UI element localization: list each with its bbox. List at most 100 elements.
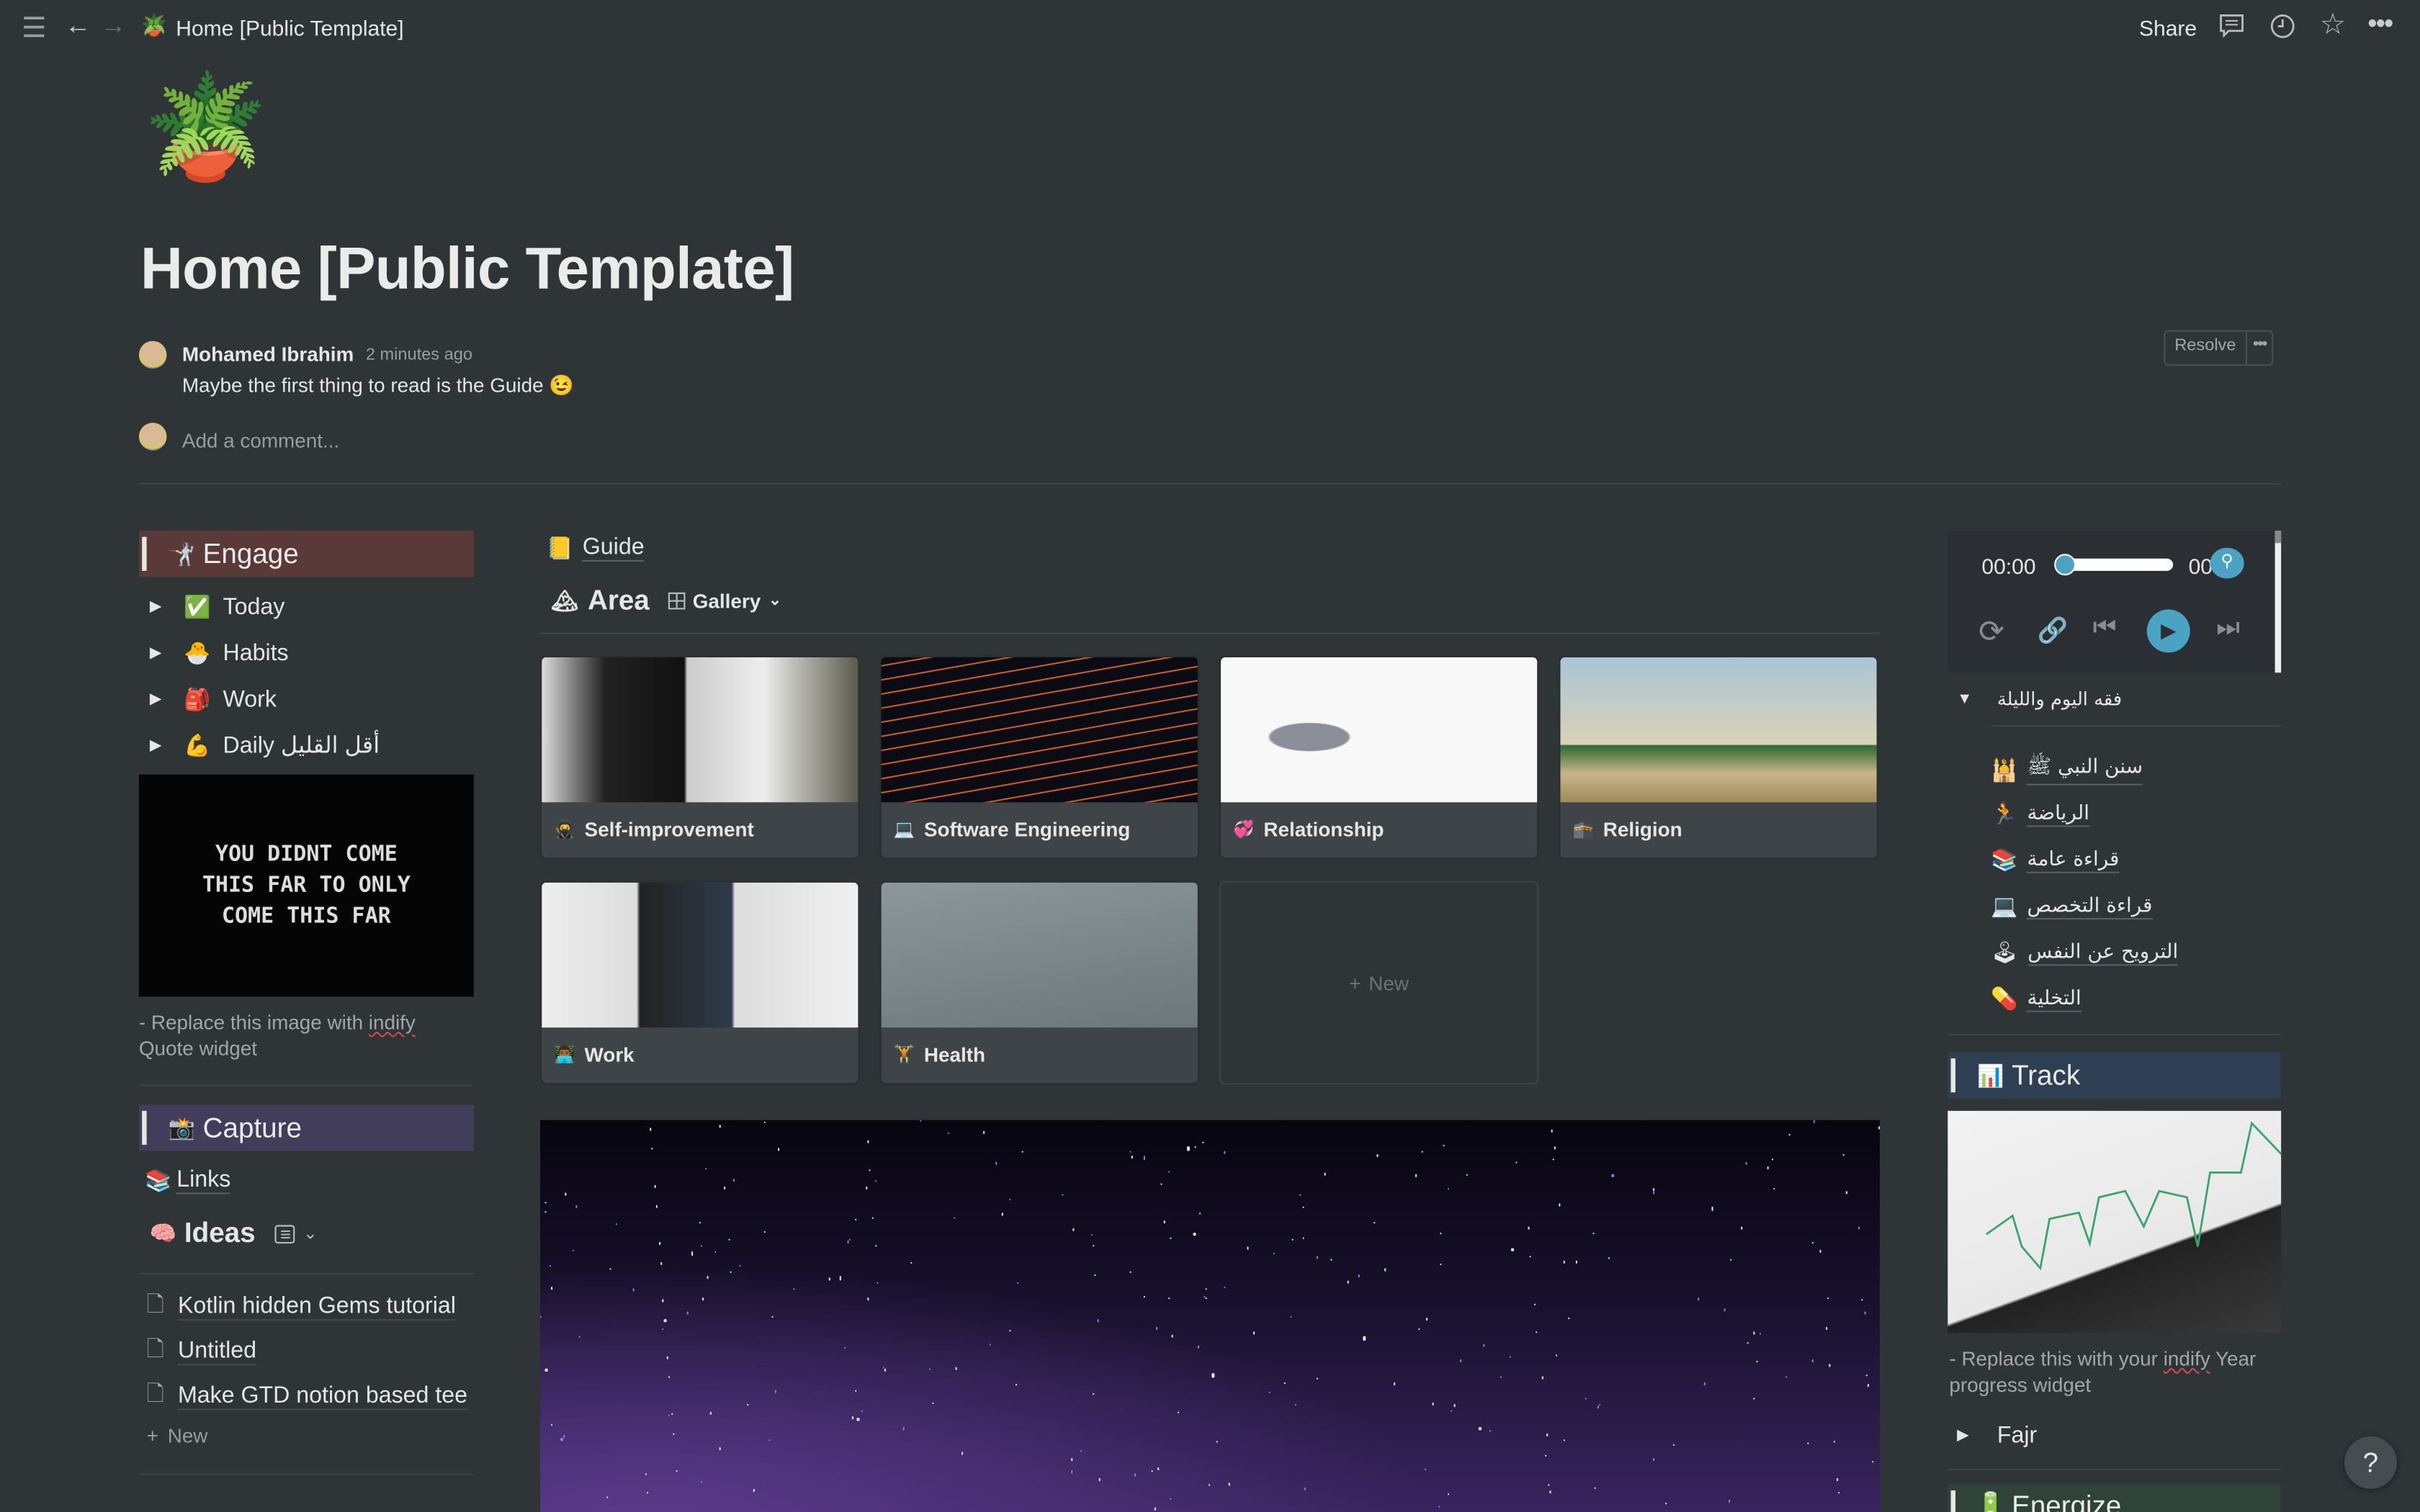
- idea-page-item[interactable]: 🗋 Kotlin hidden Gems tutorial: [147, 1288, 474, 1325]
- gallery-card[interactable]: 🏋 Health: [881, 882, 1198, 1084]
- menu-icon[interactable]: ☰: [22, 12, 47, 45]
- fajr-toggle[interactable]: ▶ Fajr: [1957, 1423, 2037, 1449]
- engage-item[interactable]: ▶ 🎒 Work: [150, 687, 277, 713]
- seek-slider[interactable]: [2054, 554, 2174, 576]
- star: [1015, 1384, 1017, 1387]
- star: [1482, 1344, 1484, 1346]
- idea-page-item[interactable]: 🗋 Untitled: [147, 1333, 474, 1369]
- list-view-icon[interactable]: ≡: [275, 1224, 296, 1243]
- guide-link[interactable]: 📒 Guide: [547, 534, 645, 562]
- quote-image: YOU DIDNT COME THIS FAR TO ONLY COME THI…: [138, 774, 474, 997]
- seek-handle[interactable]: [2054, 554, 2076, 576]
- star: [1608, 1256, 1610, 1259]
- star: [1451, 1410, 1453, 1412]
- star: [1199, 1212, 1201, 1215]
- link-icon[interactable]: 🔗: [2038, 616, 2069, 647]
- arabic-link-item[interactable]: 📚 قراءة عامة: [1991, 847, 2120, 873]
- star: [730, 1272, 731, 1274]
- engage-item[interactable]: ▶ 💪 Daily أقل القليل: [150, 732, 380, 759]
- help-button[interactable]: ?: [2344, 1436, 2397, 1489]
- comment-icon[interactable]: [2218, 12, 2246, 40]
- star: [1093, 1245, 1095, 1248]
- arabic-link-item[interactable]: 💊 التخلية: [1991, 986, 2081, 1012]
- gallery-card[interactable]: 👨🏾‍💻 Work: [542, 882, 859, 1084]
- star: [1373, 1222, 1376, 1225]
- area-database-title[interactable]: 🏔 Area Gallery ⌄: [551, 585, 781, 617]
- star: [1205, 1288, 1207, 1291]
- chevron-down-icon[interactable]: ⌄: [303, 1223, 318, 1243]
- scrollbar[interactable]: [2275, 531, 2282, 673]
- links-link[interactable]: 📚 Links: [145, 1166, 231, 1194]
- capture-header[interactable]: 📸 Capture: [138, 1104, 474, 1151]
- clock-icon[interactable]: [2269, 12, 2297, 40]
- gallery-card[interactable]: 🥷 Self-improvement: [542, 657, 859, 858]
- arabic-link-item[interactable]: 💻 قراءة التخصص: [1991, 894, 2153, 919]
- star: [607, 1496, 609, 1499]
- track-header[interactable]: 📊 Track: [1948, 1052, 2282, 1099]
- gallery-view-selector[interactable]: Gallery ⌄: [668, 590, 781, 613]
- star: [719, 1447, 721, 1450]
- star: [1071, 1470, 1073, 1473]
- item-label: الرياضة: [2027, 801, 2089, 827]
- new-card-button[interactable]: + New: [1221, 883, 1537, 1084]
- track-label: Track: [2012, 1059, 2081, 1090]
- star: [1827, 1297, 1829, 1300]
- back-arrow-icon[interactable]: ←: [65, 11, 91, 42]
- gallery-card[interactable]: 🕋 Religion: [1560, 657, 1877, 858]
- next-track-icon[interactable]: ⏭: [2216, 613, 2240, 644]
- item-label: Kotlin hidden Gems tutorial: [177, 1293, 456, 1321]
- star: [1292, 1238, 1294, 1241]
- arabic-toggle[interactable]: ▼ فقه اليوم والليلة: [1957, 688, 2122, 710]
- more-icon[interactable]: •••: [2367, 8, 2393, 40]
- play-button[interactable]: ▶: [2146, 609, 2190, 653]
- previous-track-icon[interactable]: ⏮: [2093, 613, 2117, 644]
- star: [1866, 1374, 1868, 1377]
- energize-header[interactable]: 🔋 Energize: [1948, 1484, 2282, 1512]
- gallery-card[interactable]: 💻 Software Engineering: [881, 657, 1198, 858]
- star: [848, 1238, 851, 1241]
- star: [1873, 1460, 1875, 1463]
- star: [655, 1204, 658, 1208]
- engage-item[interactable]: ▶ ✅ Today: [150, 594, 284, 620]
- arabic-link-item[interactable]: 🕌 سنن النبي ﷺ: [1991, 755, 2143, 786]
- engage-header[interactable]: 🤺 Engage: [138, 531, 474, 577]
- item-label: Today: [223, 594, 285, 621]
- idea-page-item[interactable]: 🗋 Make GTD notion based tee: [147, 1378, 474, 1415]
- fajr-label: Fajr: [1996, 1422, 2038, 1449]
- star: [1489, 1429, 1491, 1432]
- add-comment-input[interactable]: Add a comment...: [182, 429, 2189, 452]
- resolve-button[interactable]: Resolve: [2165, 331, 2247, 364]
- page-icon[interactable]: 🪴: [142, 62, 269, 192]
- star: [1168, 1170, 1170, 1173]
- ideas-database-title[interactable]: 🧠 Ideas ≡ ⌄: [150, 1218, 318, 1250]
- star: [1652, 1192, 1654, 1194]
- star: [1811, 1241, 1814, 1244]
- star-icon[interactable]: ☆: [2320, 8, 2347, 43]
- breadcrumb-title[interactable]: Home [Public Template]: [176, 15, 403, 40]
- star: [1842, 1153, 1845, 1156]
- comment-more-icon[interactable]: •••: [2246, 332, 2272, 364]
- energize-label: Energize: [2012, 1490, 2122, 1512]
- new-idea-button[interactable]: + New: [147, 1424, 208, 1447]
- ideas-label: Ideas: [184, 1217, 256, 1248]
- forward-arrow-icon[interactable]: →: [100, 11, 126, 42]
- star: [763, 1121, 766, 1124]
- page-title[interactable]: Home [Public Template]: [140, 238, 794, 304]
- share-button[interactable]: Share: [2139, 15, 2197, 40]
- star: [654, 1185, 655, 1188]
- arabic-link-item[interactable]: 🏃 الرياضة: [1991, 801, 2089, 827]
- gallery-card[interactable]: 💞 Relationship: [1221, 657, 1538, 858]
- starry-sky-image: [540, 1120, 1880, 1512]
- star: [866, 1297, 869, 1300]
- arabic-link-item[interactable]: 🕹 الترويح عن النفس: [1991, 940, 2179, 966]
- search-icon[interactable]: ⚲: [2210, 547, 2244, 579]
- repeat-icon[interactable]: ⟳: [1978, 613, 2004, 652]
- engage-item[interactable]: ▶ 🐣 Habits: [150, 640, 289, 666]
- star: [1357, 1274, 1360, 1278]
- new-label: New: [167, 1423, 208, 1447]
- star: [1541, 1377, 1543, 1380]
- item-icon: 💪: [183, 732, 211, 757]
- star: [1376, 1154, 1378, 1157]
- star: [1303, 1206, 1304, 1209]
- star: [1208, 1483, 1210, 1486]
